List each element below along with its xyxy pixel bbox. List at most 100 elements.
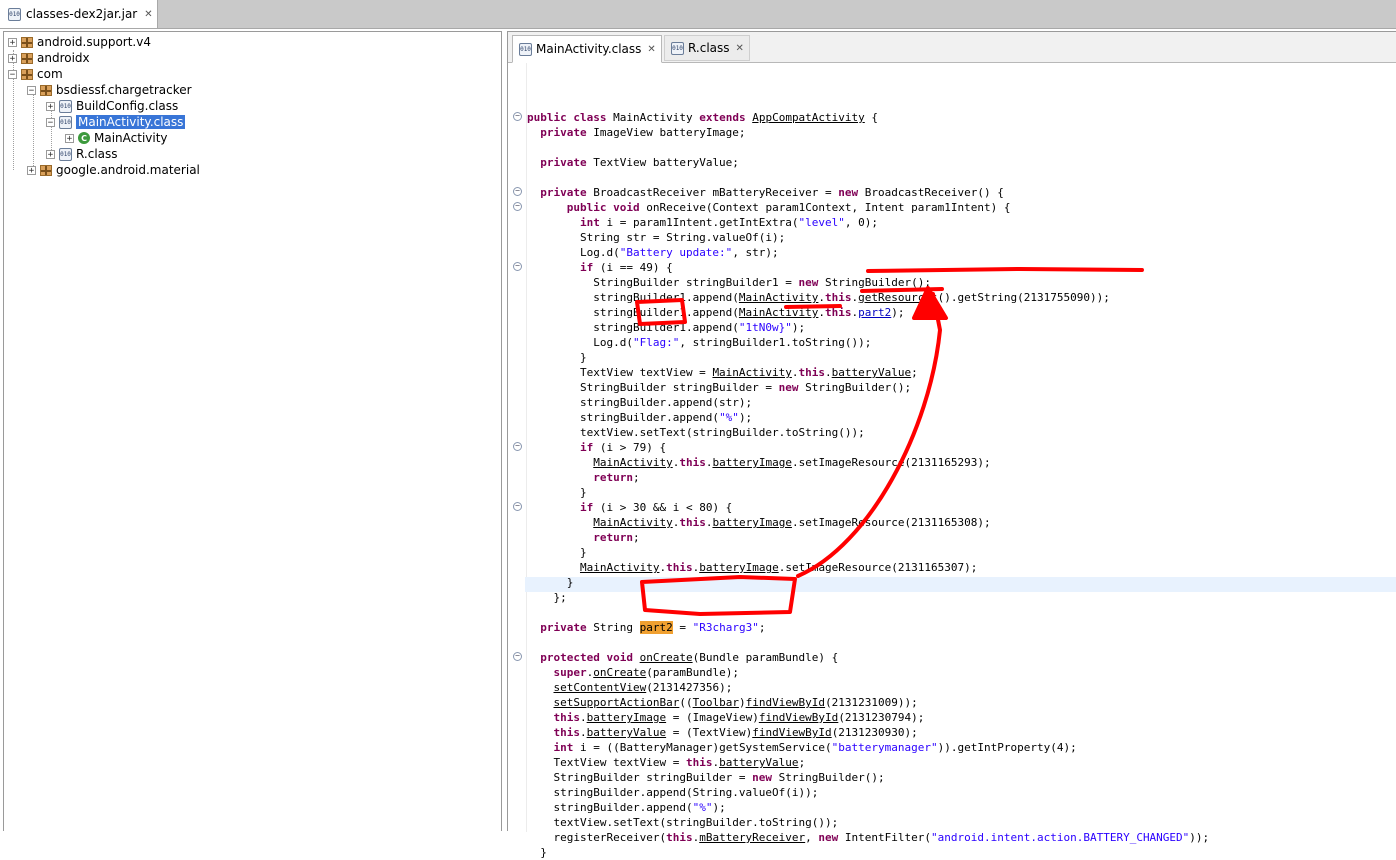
code-line[interactable]: stringBuilder.append("%");: [527, 800, 1209, 815]
code-line[interactable]: String str = String.valueOf(i);: [527, 230, 1209, 245]
class-file-icon: 010: [59, 115, 72, 129]
code-editor: 010 MainActivity.class ✕ 010 R.class ✕ −…: [507, 31, 1396, 859]
fold-marker-icon[interactable]: −: [513, 262, 522, 271]
class-file-icon: 010: [59, 99, 72, 113]
code-line[interactable]: private BroadcastReceiver mBatteryReceiv…: [527, 185, 1209, 200]
expand-icon[interactable]: +: [8, 37, 17, 47]
package-icon: [21, 52, 33, 64]
expand-icon[interactable]: +: [46, 101, 55, 111]
code-line[interactable]: };: [527, 590, 1209, 605]
code-line[interactable]: [527, 140, 1209, 155]
code-line[interactable]: return;: [527, 530, 1209, 545]
tree-item-androidx[interactable]: + androidx: [8, 50, 90, 66]
code-line[interactable]: StringBuilder stringBuilder = new String…: [527, 770, 1209, 785]
top-tab-bar: 010 classes-dex2jar.jar ✕: [0, 0, 1396, 29]
tree-item-r-class[interactable]: + 010 R.class: [46, 146, 118, 162]
code-line[interactable]: }: [527, 575, 1209, 590]
fold-marker-icon[interactable]: −: [513, 652, 522, 661]
expand-icon[interactable]: +: [27, 165, 36, 175]
tab-classes-dex2jar[interactable]: 010 classes-dex2jar.jar ✕: [0, 0, 158, 28]
tree-item-bsdiessf-chargetracker[interactable]: − bsdiessf.chargetracker: [27, 82, 192, 98]
fold-marker-icon[interactable]: −: [513, 112, 522, 121]
collapse-icon[interactable]: −: [8, 69, 17, 79]
expand-icon[interactable]: +: [46, 149, 55, 159]
tree-item-label: com: [37, 67, 63, 81]
package-icon: [40, 84, 52, 96]
code-line[interactable]: Log.d("Flag:", stringBuilder1.toString()…: [527, 335, 1209, 350]
tree-item-label: google.android.material: [56, 163, 200, 177]
expand-icon[interactable]: +: [65, 133, 74, 143]
tree-item-label: androidx: [37, 51, 90, 65]
code-line[interactable]: MainActivity.this.batteryImage.setImageR…: [527, 515, 1209, 530]
code-line[interactable]: TextView textView = this.batteryValue;: [527, 755, 1209, 770]
code-line[interactable]: MainActivity.this.batteryImage.setImageR…: [527, 560, 1209, 575]
code-line[interactable]: }: [527, 845, 1209, 860]
code-line[interactable]: if (i == 49) {: [527, 260, 1209, 275]
code-line[interactable]: stringBuilder.append(String.valueOf(i));: [527, 785, 1209, 800]
fold-marker-icon[interactable]: −: [513, 442, 522, 451]
editor-tab-bar: 010 MainActivity.class ✕ 010 R.class ✕: [508, 32, 1396, 63]
expand-icon[interactable]: +: [8, 53, 17, 63]
close-icon[interactable]: ✕: [144, 9, 152, 20]
code-line[interactable]: this.batteryImage = (ImageView)findViewB…: [527, 710, 1209, 725]
collapse-icon[interactable]: −: [27, 85, 36, 95]
code-line[interactable]: registerReceiver(this.mBatteryReceiver, …: [527, 830, 1209, 845]
code-line[interactable]: stringBuilder.append("%");: [527, 410, 1209, 425]
tree-item-mainactivity[interactable]: + C MainActivity: [65, 130, 168, 146]
code-line[interactable]: setContentView(2131427356);: [527, 680, 1209, 695]
code-line[interactable]: stringBuilder1.append(MainActivity.this.…: [527, 290, 1209, 305]
code-line[interactable]: textView.setText(stringBuilder.toString(…: [527, 815, 1209, 830]
code-line[interactable]: Log.d("Battery update:", str);: [527, 245, 1209, 260]
tree-item-google-android-material[interactable]: + google.android.material: [27, 162, 200, 178]
fold-marker-icon[interactable]: −: [513, 202, 522, 211]
code-line[interactable]: StringBuilder stringBuilder = new String…: [527, 380, 1209, 395]
tab-r-class[interactable]: 010 R.class ✕: [664, 35, 750, 61]
code-line[interactable]: textView.setText(stringBuilder.toString(…: [527, 425, 1209, 440]
code-line[interactable]: MainActivity.this.batteryImage.setImageR…: [527, 455, 1209, 470]
code-line[interactable]: TextView textView = MainActivity.this.ba…: [527, 365, 1209, 380]
source-code[interactable]: public class MainActivity extends AppCom…: [527, 110, 1209, 860]
code-line[interactable]: stringBuilder1.append("1tN0w}");: [527, 320, 1209, 335]
tab-mainactivity-class[interactable]: 010 MainActivity.class ✕: [512, 35, 662, 63]
code-line[interactable]: [527, 635, 1209, 650]
code-line[interactable]: if (i > 79) {: [527, 440, 1209, 455]
code-line[interactable]: setSupportActionBar((Toolbar)findViewByI…: [527, 695, 1209, 710]
class-file-icon: 010: [671, 41, 684, 55]
code-line[interactable]: stringBuilder1.append(MainActivity.this.…: [527, 305, 1209, 320]
code-line[interactable]: this.batteryValue = (TextView)findViewBy…: [527, 725, 1209, 740]
tree-item-label: MainActivity.class: [76, 115, 186, 129]
code-line[interactable]: private ImageView batteryImage;: [527, 125, 1209, 140]
code-line[interactable]: return;: [527, 470, 1209, 485]
code-line[interactable]: }: [527, 350, 1209, 365]
code-line[interactable]: public class MainActivity extends AppCom…: [527, 110, 1209, 125]
code-line[interactable]: if (i > 30 && i < 80) {: [527, 500, 1209, 515]
code-line[interactable]: int i = param1Intent.getIntExtra("level"…: [527, 215, 1209, 230]
code-line[interactable]: int i = ((BatteryManager)getSystemServic…: [527, 740, 1209, 755]
fold-marker-icon[interactable]: −: [513, 187, 522, 196]
tab-label: R.class: [688, 41, 730, 55]
code-line[interactable]: }: [527, 485, 1209, 500]
tree-item-mainactivity-class[interactable]: − 010 MainActivity.class: [46, 114, 186, 130]
jar-file-icon: 010: [8, 7, 21, 21]
code-line[interactable]: private TextView batteryValue;: [527, 155, 1209, 170]
tree-item-label: android.support.v4: [37, 35, 151, 49]
code-line[interactable]: }: [527, 545, 1209, 560]
tree-item-buildconfig[interactable]: + 010 BuildConfig.class: [46, 98, 178, 114]
close-icon[interactable]: ✕: [736, 43, 744, 54]
code-line[interactable]: [527, 605, 1209, 620]
code-line[interactable]: super.onCreate(paramBundle);: [527, 665, 1209, 680]
tab-label: MainActivity.class: [536, 42, 642, 56]
collapse-icon[interactable]: −: [46, 117, 55, 127]
fold-gutter: − − − − − − −: [508, 63, 527, 832]
close-icon[interactable]: ✕: [647, 44, 655, 55]
code-line[interactable]: protected void onCreate(Bundle paramBund…: [527, 650, 1209, 665]
code-line[interactable]: StringBuilder stringBuilder1 = new Strin…: [527, 275, 1209, 290]
code-line[interactable]: stringBuilder.append(str);: [527, 395, 1209, 410]
class-icon: C: [78, 132, 90, 144]
code-line[interactable]: [527, 170, 1209, 185]
tree-item-android-support-v4[interactable]: + android.support.v4: [8, 34, 151, 50]
code-line[interactable]: private String part2 = "R3charg3";: [527, 620, 1209, 635]
tree-item-com[interactable]: − com: [8, 66, 63, 82]
fold-marker-icon[interactable]: −: [513, 502, 522, 511]
code-line[interactable]: public void onReceive(Context param1Cont…: [527, 200, 1209, 215]
